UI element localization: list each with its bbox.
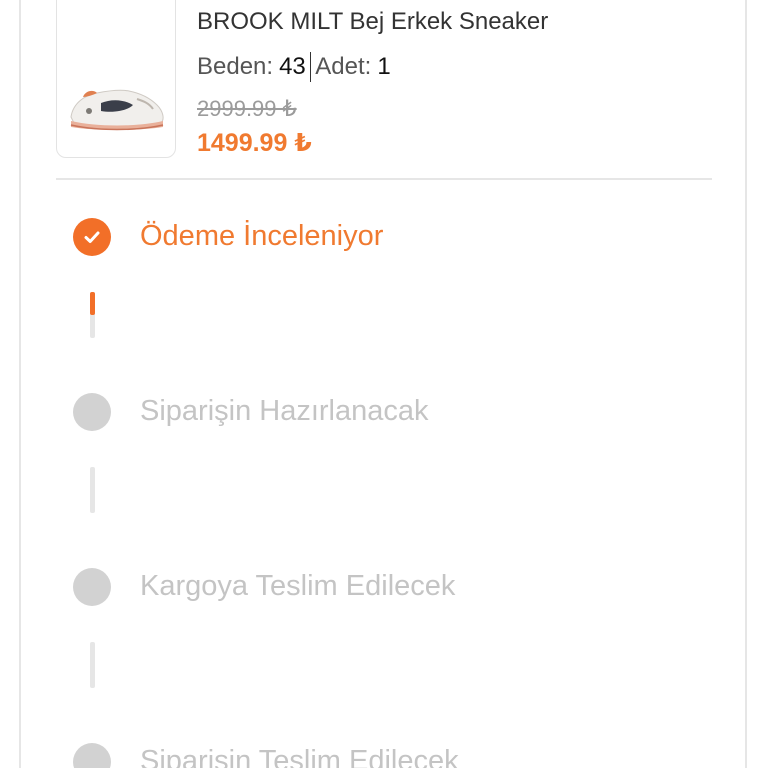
step-connector-2 — [90, 467, 95, 513]
step-3-label: Kargoya Teslim Edilecek — [140, 570, 456, 602]
connector-progress-fill — [90, 292, 95, 315]
step-4-label: Siparişin Teslim Edilecek — [140, 745, 459, 768]
discounted-price: 1499.99 ₺ — [197, 129, 312, 157]
old-price: 2999.99 ₺ — [197, 96, 297, 121]
step-3-dot-icon — [73, 568, 111, 606]
quantity-value: 1 — [377, 53, 391, 80]
step-connector-3 — [90, 642, 95, 688]
checkmark-icon — [84, 231, 100, 243]
sneaker-image — [70, 89, 164, 131]
meta-divider — [309, 52, 312, 82]
product-image[interactable] — [56, 0, 176, 158]
section-divider — [56, 178, 712, 180]
step-connector-1 — [90, 292, 95, 338]
step-1-checkmark-icon — [73, 218, 111, 256]
product-meta: Beden: 43 Adet: 1 — [197, 52, 391, 82]
size-label: Beden: — [197, 53, 274, 80]
step-2-label: Siparişin Hazırlanacak — [140, 395, 429, 427]
order-detail-page: BROOK MILT Bej Erkek Sneaker Beden: 43 A… — [0, 0, 768, 768]
step-1-label: Ödeme İnceleniyor — [140, 220, 384, 252]
step-2-dot-icon — [73, 393, 111, 431]
size-value: 43 — [279, 53, 306, 80]
product-title: BROOK MILT Bej Erkek Sneaker — [197, 8, 549, 35]
quantity-label: Adet: — [315, 53, 372, 80]
